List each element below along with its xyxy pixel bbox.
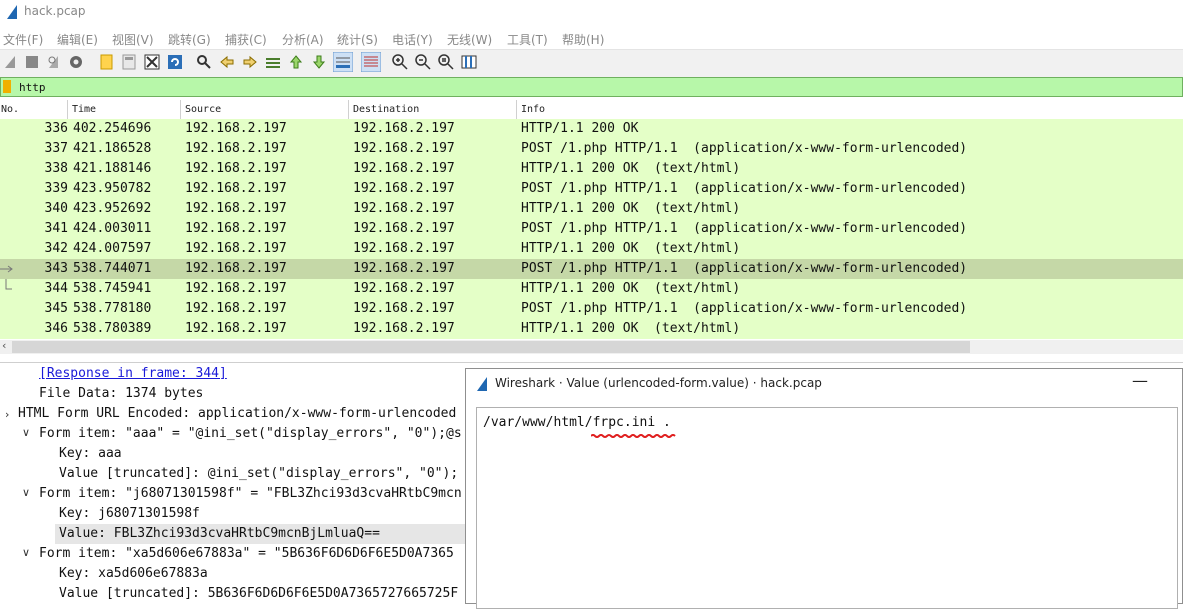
go-back-icon[interactable] [219, 54, 235, 70]
decoded-value-text: /var/www/html/frpc.ini . [483, 415, 671, 430]
menu-edit[interactable]: 编辑(E) [57, 31, 98, 48]
form-key-line[interactable]: Key: aaa [59, 444, 122, 464]
packet-row[interactable]: 346 538.780389 192.168.2.197 192.168.2.197 H… [0, 319, 1183, 339]
form-value-line[interactable]: Value [truncated]: @ini_set("display_err… [59, 464, 458, 484]
value-dialog: Wireshark · Value (urlencoded-form.value… [465, 368, 1183, 609]
first-packet-icon[interactable] [288, 54, 304, 70]
menu-wireless[interactable]: 无线(W) [447, 31, 492, 48]
window-title: hack.pcap [24, 4, 86, 18]
open-file-icon[interactable] [99, 54, 115, 70]
form-key-line[interactable]: Key: xa5d606e67883a [59, 564, 208, 584]
packet-row[interactable]: 338 421.188146 192.168.2.197 192.168.2.197 H… [0, 159, 1183, 179]
collapse-arrow-icon[interactable]: › [5, 408, 9, 421]
red-underline-annotation [591, 434, 676, 438]
packet-list-scrollbar[interactable]: ‹ [0, 339, 1183, 354]
expand-arrow-icon[interactable]: ∨ [22, 546, 30, 559]
normal-size-icon[interactable] [438, 54, 454, 70]
menu-go[interactable]: 跳转(G) [168, 31, 211, 48]
packet-list: No. Time Source Destination Info 336 402.… [0, 100, 1183, 340]
expand-arrow-icon[interactable]: ∨ [22, 426, 30, 439]
html-form-line[interactable]: HTML Form URL Encoded: application/x-www… [18, 404, 456, 424]
reload-file-icon[interactable] [167, 54, 183, 70]
menu-view[interactable]: 视图(V) [112, 31, 154, 48]
dialog-title: Wireshark · Value (urlencoded-form.value… [495, 376, 822, 390]
response-frame-link[interactable]: [Response in frame: 344] [39, 364, 227, 384]
packet-row[interactable]: 336 402.254696 192.168.2.197 192.168.2.197 H… [0, 119, 1183, 139]
wireshark-fin-icon [477, 377, 487, 391]
menu-statistics[interactable]: 统计(S) [337, 31, 378, 48]
wireshark-fin-icon [7, 5, 17, 19]
form-item-line[interactable]: Form item: "xa5d606e67883a" = "5B636F6D6… [39, 544, 454, 564]
bookmark-icon[interactable] [3, 80, 11, 93]
start-capture-icon[interactable] [3, 54, 19, 70]
packet-row[interactable]: 340 423.952692 192.168.2.197 192.168.2.197 H… [0, 199, 1183, 219]
packet-row[interactable]: 341 424.003011 192.168.2.197 192.168.2.197 P… [0, 219, 1183, 239]
packet-row[interactable]: 342 424.007597 192.168.2.197 192.168.2.197 H… [0, 239, 1183, 259]
form-value-line[interactable]: Value [truncated]: 5B636F6D6D6F6E5D0A736… [59, 584, 458, 604]
menu-telephony[interactable]: 电话(Y) [392, 31, 433, 48]
go-forward-icon[interactable] [242, 54, 258, 70]
column-header-destination[interactable]: Destination [349, 100, 517, 119]
stop-capture-icon[interactable] [24, 54, 40, 70]
colorize-icon[interactable] [361, 52, 381, 72]
scrollbar-thumb[interactable] [12, 341, 970, 353]
column-header-no[interactable]: No. [0, 100, 68, 119]
capture-options-icon[interactable] [68, 54, 84, 70]
column-header-info[interactable]: Info [517, 100, 1183, 119]
main-toolbar [0, 49, 1183, 78]
scroll-left-icon[interactable]: ‹ [2, 339, 6, 352]
find-packet-icon[interactable] [196, 54, 212, 70]
value-text-area[interactable]: /var/www/html/frpc.ini . [476, 407, 1178, 609]
zoom-out-icon[interactable] [415, 54, 431, 70]
save-file-icon[interactable] [121, 54, 137, 70]
form-item-line[interactable]: Form item: "aaa" = "@ini_set("display_er… [39, 424, 462, 444]
go-to-packet-icon[interactable] [265, 54, 281, 70]
form-key-line[interactable]: Key: j68071301598f [59, 504, 200, 524]
zoom-in-icon[interactable] [392, 54, 408, 70]
packet-row-selected[interactable]: 343 538.744071 192.168.2.197 192.168.2.197 P… [0, 259, 1183, 279]
expand-arrow-icon[interactable]: ∨ [22, 486, 30, 499]
packet-row[interactable]: 345 538.778180 192.168.2.197 192.168.2.197 P… [0, 299, 1183, 319]
packet-row[interactable]: 344 538.745941 192.168.2.197 192.168.2.197 H… [0, 279, 1183, 299]
packet-row[interactable]: 339 423.950782 192.168.2.197 192.168.2.197 P… [0, 179, 1183, 199]
menu-capture[interactable]: 捕获(C) [225, 31, 267, 48]
last-packet-icon[interactable] [311, 54, 327, 70]
resize-columns-icon[interactable] [461, 54, 477, 70]
menu-help[interactable]: 帮助(H) [562, 31, 604, 48]
display-filter-bar[interactable]: http [0, 77, 1183, 97]
autoscroll-icon[interactable] [333, 52, 353, 72]
menu-tools[interactable]: 工具(T) [507, 31, 548, 48]
title-bar: hack.pcap [0, 0, 1183, 25]
packet-row[interactable]: 337 421.186528 192.168.2.197 192.168.2.197 P… [0, 139, 1183, 159]
column-header-source[interactable]: Source [181, 100, 349, 119]
form-value-line-selected[interactable]: Value: FBL3Zhci93d3cvaHRtbC9mcnBjLmluaQ=… [55, 524, 469, 544]
column-header-time[interactable]: Time [68, 100, 181, 119]
file-data-line[interactable]: File Data: 1374 bytes [39, 384, 203, 404]
minimize-button[interactable]: — [1132, 371, 1148, 390]
form-item-line[interactable]: Form item: "j68071301598f" = "FBL3Zhci93… [39, 484, 462, 504]
menu-analyze[interactable]: 分析(A) [282, 31, 324, 48]
restart-capture-icon[interactable] [46, 54, 62, 70]
display-filter-input[interactable]: http [19, 81, 46, 94]
menu-bar: 文件(F) 编辑(E) 视图(V) 跳转(G) 捕获(C) 分析(A) 统计(S… [0, 25, 1183, 49]
close-file-icon[interactable] [144, 54, 160, 70]
menu-file[interactable]: 文件(F) [3, 31, 43, 48]
